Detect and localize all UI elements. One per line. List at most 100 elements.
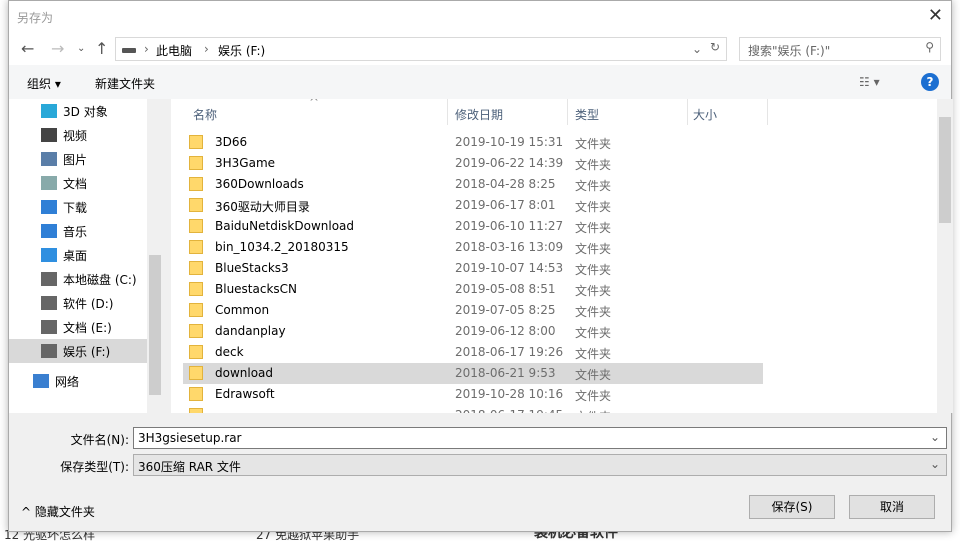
title-bar: 另存为 ✕ (9, 1, 951, 33)
column-size[interactable]: 大小 (693, 106, 717, 123)
file-type: 文件夹 (575, 408, 611, 413)
file-row[interactable]: BlueStacks3 2019-10-07 14:53 文件夹 (183, 258, 763, 279)
breadcrumb-drive[interactable]: 娱乐 (F:) (218, 42, 265, 59)
nav-item-label: 软件 (D:) (63, 296, 114, 311)
filename-label: 文件名(N): (70, 433, 129, 447)
drive-icon (41, 344, 57, 358)
video-icon (41, 128, 57, 142)
nav-item[interactable]: 本地磁盘 (C:) (9, 267, 147, 291)
nav-item[interactable]: 网络 (9, 369, 147, 393)
folder-icon (189, 387, 203, 401)
folder-icon (189, 240, 203, 254)
file-name: BaiduNetdiskDownload (215, 219, 355, 233)
file-name: Common (215, 303, 270, 317)
nav-item[interactable]: 视频 (9, 123, 147, 147)
file-name: BluestacksCN (215, 282, 298, 296)
folder-icon (189, 408, 203, 413)
cancel-button[interactable]: 取消 (849, 495, 935, 519)
address-dropdown-icon[interactable]: ⌄ (692, 42, 702, 56)
save-button[interactable]: 保存(S) (749, 495, 835, 519)
folder-icon (189, 282, 203, 296)
file-type: 文件夹 (575, 179, 612, 193)
nav-item[interactable]: 文档 (9, 171, 147, 195)
file-name: BlueStacks3 (215, 261, 289, 275)
file-type: 文件夹 (575, 305, 612, 319)
recent-dropdown[interactable]: ⌄ (77, 43, 85, 54)
folder-icon (189, 219, 203, 233)
nav-item[interactable]: 下载 (9, 195, 147, 219)
windows-drive-icon (41, 272, 57, 286)
nav-item[interactable]: 软件 (D:) (9, 291, 147, 315)
organize-button[interactable]: 组织 ▾ (27, 75, 61, 92)
help-icon[interactable]: ? (921, 73, 939, 91)
file-row[interactable]: BluestacksCN 2019-05-08 8:51 文件夹 (183, 279, 763, 300)
search-icon: ⚲ (925, 40, 934, 54)
file-date: 2018-06-17 19:45 (455, 408, 563, 413)
navigation-pane: 3D 对象视频图片文档下载音乐桌面本地磁盘 (C:) 软件 (D:) 文档 (E:)… (9, 99, 163, 413)
nav-item[interactable]: 娱乐 (F:) (9, 339, 147, 363)
back-button[interactable]: ← (21, 39, 34, 58)
cube-icon (41, 104, 57, 118)
forward-button[interactable]: → (51, 39, 64, 58)
folder-icon (189, 303, 203, 317)
file-name: 3H3Game (215, 156, 276, 170)
file-type: 文件夹 (575, 326, 612, 340)
nav-item-label: 文档 (63, 176, 88, 191)
file-row[interactable]: 3D66 2019-10-19 15:31 文件夹 (183, 132, 763, 153)
new-folder-button[interactable]: 新建文件夹 (95, 75, 155, 92)
file-row[interactable]: bin_1034.2_20180315 2018-03-16 13:09 文件夹 (183, 237, 763, 258)
file-date: 2019-10-19 15:31 (455, 135, 564, 149)
column-type[interactable]: 类型 (575, 106, 599, 123)
save-as-dialog: 另存为 ✕ ← → ⌄ ↑ › 此电脑 › 娱乐 (F:) ⌄ ↻ 搜索"娱乐 … (8, 0, 953, 532)
file-name: 360驱动大师目录 (215, 200, 310, 214)
nav-item[interactable]: 音乐 (9, 219, 147, 243)
nav-item[interactable]: 3D 对象 (9, 99, 147, 123)
file-name: bin_1034.2_20180315 (215, 240, 349, 254)
file-date: 2019-07-05 8:25 (455, 303, 556, 317)
search-input[interactable]: 搜索"娱乐 (F:)" ⚲ (739, 37, 941, 61)
file-row[interactable]: BaiduNetdiskDownload 2019-06-10 11:27 文件夹 (183, 216, 763, 237)
file-name: 3D66 (215, 135, 248, 149)
up-button[interactable]: ↑ (95, 39, 108, 58)
nav-item-label: 娱乐 (F:) (63, 344, 111, 359)
file-row[interactable]: download 2018-06-21 9:53 文件夹 (183, 363, 763, 384)
folder-icon (189, 324, 203, 338)
file-date: 2019-06-17 8:01 (455, 198, 556, 212)
close-button[interactable]: ✕ (928, 5, 943, 26)
breadcrumb-this-pc[interactable]: 此电脑 (156, 42, 192, 59)
file-row[interactable]: 360驱动大师目录 2019-06-17 8:01 文件夹 (183, 195, 763, 216)
file-row[interactable]: 360Downloads 2018-04-28 8:25 文件夹 (183, 174, 763, 195)
nav-item[interactable]: 文档 (E:) (9, 315, 147, 339)
nav-item[interactable]: 桌面 (9, 243, 147, 267)
nav-item-label: 视频 (63, 128, 88, 143)
hide-folders-toggle[interactable]: ^ 隐藏文件夹 (21, 503, 95, 520)
nav-item-label: 音乐 (63, 224, 88, 239)
file-row[interactable]: Edrawsoft 2019-10-28 10:16 文件夹 (183, 384, 763, 405)
nav-item-label: 图片 (63, 152, 88, 167)
file-list-scrollbar[interactable] (937, 99, 953, 413)
file-name: dandanplay (215, 324, 286, 338)
file-row[interactable]: 3H3Game 2019-06-22 14:39 文件夹 (183, 153, 763, 174)
column-name[interactable]: 名称 (193, 106, 217, 123)
nav-item-label: 桌面 (63, 248, 88, 263)
file-row[interactable]: dandanplay 2019-06-12 8:00 文件夹 (183, 321, 763, 342)
view-options-icon[interactable]: ☷ ▾ (859, 75, 880, 89)
nav-scrollbar[interactable] (147, 99, 163, 413)
folder-icon (189, 345, 203, 359)
filename-input[interactable]: 3H3gsiesetup.rar ⌄ (133, 427, 947, 449)
file-row[interactable]: 2018-06-17 19:45 文件夹 (183, 405, 763, 413)
filetype-select[interactable]: 360压缩 RAR 文件 ⌄ (133, 454, 947, 476)
nav-item[interactable]: 图片 (9, 147, 147, 171)
column-date[interactable]: 修改日期 (455, 106, 503, 123)
folder-icon (189, 135, 203, 149)
file-type: 文件夹 (575, 347, 612, 361)
address-bar[interactable]: › 此电脑 › 娱乐 (F:) ⌄ ↻ (115, 37, 727, 61)
file-date: 2019-06-22 14:39 (455, 156, 564, 170)
refresh-icon[interactable]: ↻ (710, 40, 720, 54)
file-row[interactable]: Common 2019-07-05 8:25 文件夹 (183, 300, 763, 321)
navigation-bar: ← → ⌄ ↑ › 此电脑 › 娱乐 (F:) ⌄ ↻ 搜索"娱乐 (F:)" … (9, 33, 951, 65)
folder-icon (189, 261, 203, 275)
dialog-title: 另存为 (17, 11, 54, 25)
file-row[interactable]: deck 2018-06-17 19:26 文件夹 (183, 342, 763, 363)
file-date: 2019-10-28 10:16 (455, 387, 564, 401)
